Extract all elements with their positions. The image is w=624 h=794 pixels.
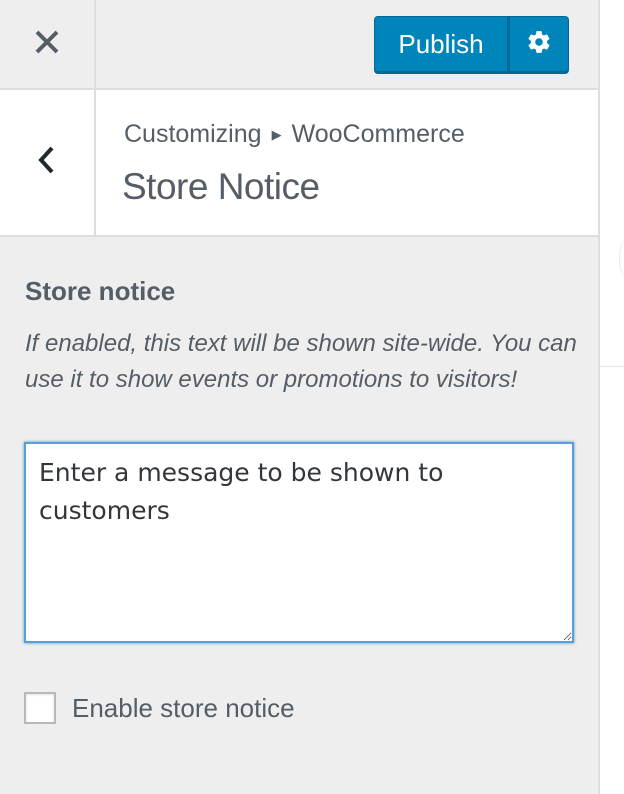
back-button[interactable] [0, 90, 96, 235]
triangle-right-icon: ▶ [271, 126, 282, 142]
preview-divider [600, 366, 624, 367]
breadcrumb-current: WooCommerce [291, 120, 465, 148]
publish-settings-button[interactable] [508, 16, 569, 72]
publish-label: Publish [398, 28, 484, 59]
breadcrumb: Customizing ▶ WooCommerce [124, 120, 465, 149]
enable-store-notice-row[interactable]: Enable store notice [24, 692, 295, 724]
section-header: Customizing ▶ WooCommerce Store Notice [0, 90, 598, 237]
store-notice-description: If enabled, this text will be shown site… [25, 330, 577, 393]
enable-store-notice-label: Enable store notice [72, 692, 295, 723]
customizer-panel: Publish Customizing ▶ WooCommerce Store … [0, 0, 600, 794]
store-notice-textarea[interactable] [24, 442, 574, 643]
publish-button[interactable]: Publish [374, 16, 508, 72]
close-button[interactable] [0, 0, 96, 88]
close-icon [35, 30, 59, 59]
chevron-left-icon [37, 145, 57, 180]
store-notice-label: Store notice [25, 276, 176, 306]
customizer-header: Publish [0, 0, 598, 90]
gear-icon [526, 29, 552, 60]
section-title: Store Notice [122, 166, 320, 207]
breadcrumb-parent: Customizing [124, 120, 262, 148]
publish-group: Publish [374, 16, 569, 72]
enable-store-notice-checkbox[interactable] [24, 692, 56, 724]
preview-area [600, 0, 624, 794]
